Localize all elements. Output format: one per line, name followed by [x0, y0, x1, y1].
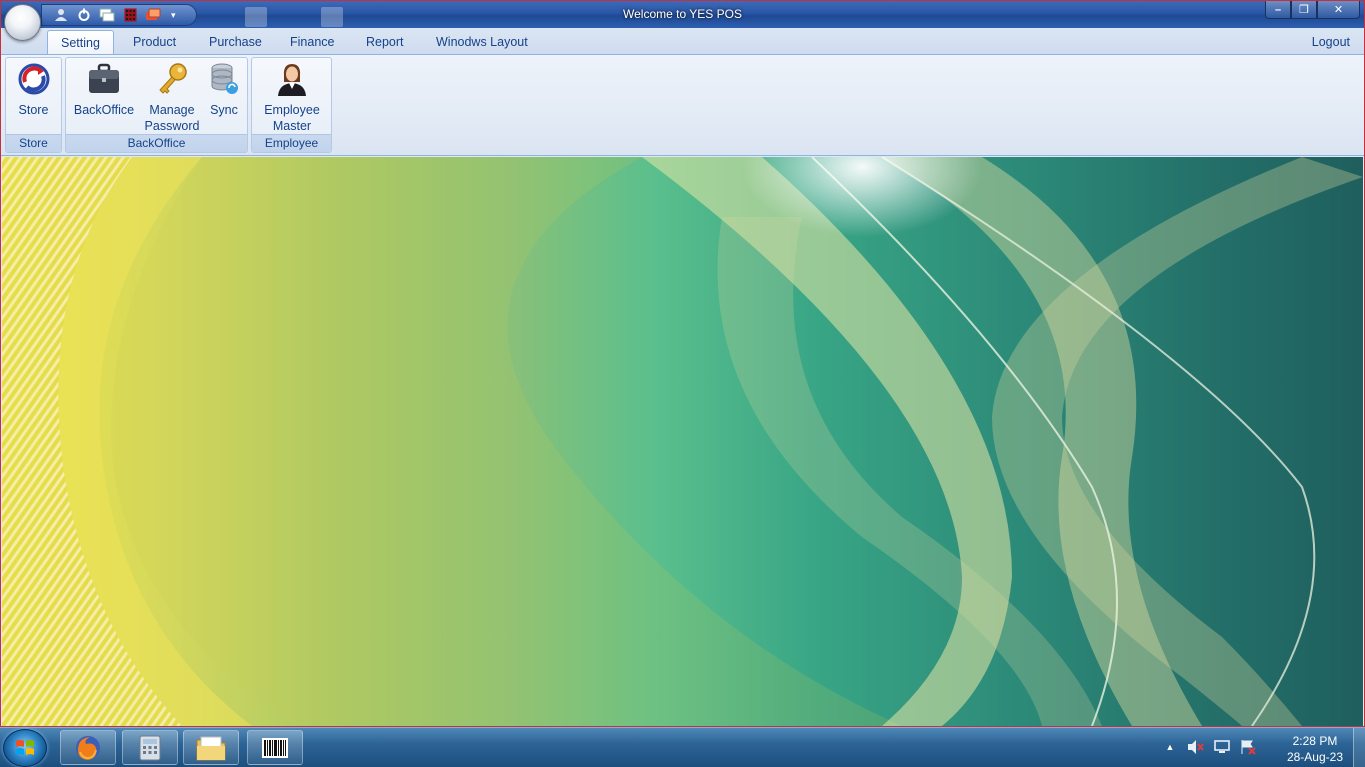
manage-password-label-line1: Manage	[149, 103, 195, 117]
taskbar-yespos-button[interactable]	[247, 730, 303, 765]
ribbon-tab-strip: Setting Product Purchase Finance Report …	[1, 28, 1364, 55]
window-controls: – ❐ ✕	[1265, 1, 1360, 19]
store-button-label: Store	[18, 103, 49, 117]
title-bar[interactable]: ▾ Welcome to YES POS – ❐ ✕	[1, 1, 1364, 28]
volume-muted-icon[interactable]	[1187, 738, 1205, 756]
store-sync-icon	[17, 62, 51, 96]
main-content-background	[2, 157, 1363, 726]
taskbar-firefox-button[interactable]	[60, 730, 116, 765]
barcode-icon	[262, 737, 288, 758]
manage-password-button[interactable]: Manage Password	[142, 62, 202, 134]
logout-button[interactable]: Logout	[1312, 30, 1350, 54]
calculator-icon	[139, 735, 161, 760]
employee-master-label-line1: Employee	[264, 103, 320, 117]
file-explorer-icon	[196, 736, 226, 760]
ribbon-group-backoffice: BackOffice Manage Password Sync BackOffi…	[65, 57, 248, 153]
close-button[interactable]: ✕	[1317, 1, 1360, 19]
tab-finance[interactable]: Finance	[277, 30, 347, 54]
clock-time: 2:28 PM	[1292, 734, 1338, 748]
tab-purchase[interactable]: Purchase	[196, 30, 275, 54]
briefcase-icon	[87, 62, 121, 96]
ribbon-group-employee: Employee Master Employee	[251, 57, 332, 153]
show-desktop-button[interactable]	[1353, 728, 1365, 767]
ribbon-panel: Store Store BackOffice Manage Password S…	[1, 54, 1364, 156]
firefox-icon	[76, 735, 100, 760]
start-button[interactable]	[3, 729, 47, 767]
action-center-icon[interactable]	[1239, 738, 1257, 756]
application-menu-button[interactable]	[4, 4, 41, 41]
show-hidden-icons-arrow[interactable]: ▲	[1161, 738, 1179, 756]
network-icon[interactable]	[1213, 738, 1231, 756]
tab-product[interactable]: Product	[120, 30, 189, 54]
employee-master-label-line2: Master	[272, 119, 312, 133]
manage-password-label-line2: Password	[144, 119, 200, 133]
employee-icon	[275, 62, 309, 96]
database-sync-icon	[207, 62, 241, 96]
tab-setting[interactable]: Setting	[47, 30, 114, 55]
clock-date: 28-Aug-23	[1286, 750, 1343, 764]
window-title: Welcome to YES POS	[623, 7, 742, 21]
group-label-store: Store	[6, 134, 61, 152]
sync-button[interactable]: Sync	[206, 62, 242, 118]
taskbar-calculator-button[interactable]	[122, 730, 178, 765]
minimize-button[interactable]: –	[1265, 1, 1291, 19]
store-button[interactable]: Store	[10, 62, 57, 118]
system-tray: ▲	[1161, 738, 1257, 756]
app-window: ▾ Welcome to YES POS – ❐ ✕ Setting Produ…	[0, 0, 1365, 727]
taskbar-explorer-button[interactable]	[183, 730, 239, 765]
backoffice-button-label: BackOffice	[73, 103, 135, 117]
tab-report[interactable]: Report	[353, 30, 417, 54]
employee-master-button[interactable]: Employee Master	[258, 62, 326, 134]
ribbon-group-store: Store Store	[5, 57, 62, 153]
group-label-employee: Employee	[252, 134, 331, 152]
wallpaper-swirls	[2, 157, 1363, 726]
taskbar: ▲ 2:28 PM 28-Aug-23	[0, 727, 1365, 767]
system-clock[interactable]: 2:28 PM 28-Aug-23	[1287, 733, 1343, 765]
group-label-backoffice: BackOffice	[66, 134, 247, 152]
backoffice-button[interactable]: BackOffice	[72, 62, 136, 118]
tab-windows-layout[interactable]: Winodws Layout	[423, 30, 541, 54]
key-icon	[155, 62, 189, 96]
restore-button[interactable]: ❐	[1291, 1, 1317, 19]
windows-logo-icon	[16, 740, 34, 755]
sync-button-label: Sync	[210, 103, 238, 117]
